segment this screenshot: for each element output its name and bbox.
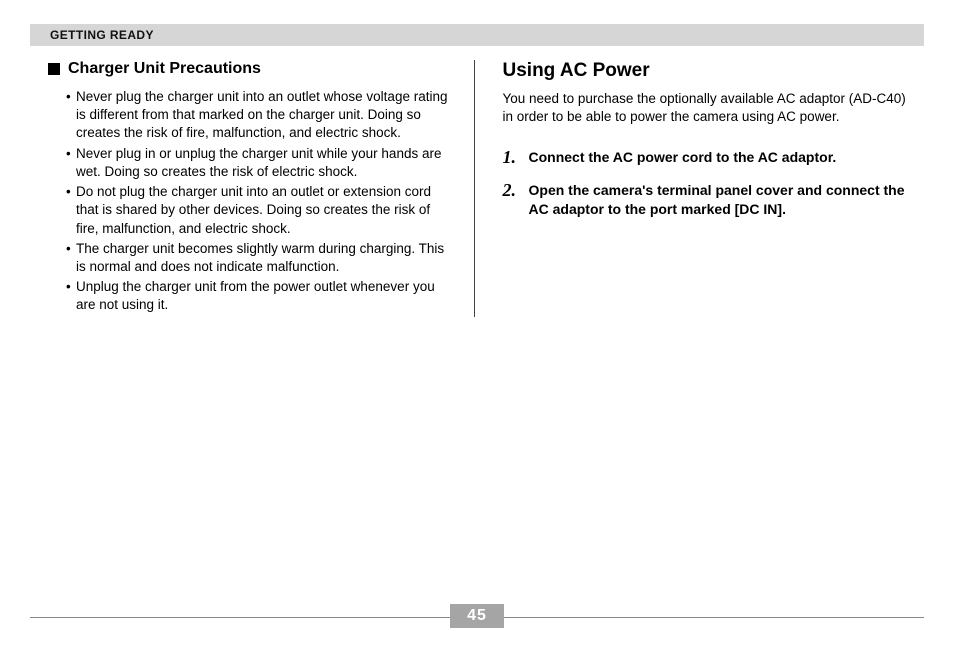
section-header-label: GETTING READY xyxy=(50,28,154,42)
right-column: Using AC Power You need to purchase the … xyxy=(475,60,925,317)
step-text: Open the camera's terminal panel cover a… xyxy=(529,181,907,219)
list-item-text: Never plug the charger unit into an outl… xyxy=(76,89,447,140)
square-bullet-icon xyxy=(48,63,60,75)
list-item: The charger unit becomes slightly warm d… xyxy=(66,240,452,276)
page-number-value: 45 xyxy=(467,607,487,625)
two-column-layout: Charger Unit Precautions Never plug the … xyxy=(30,60,924,317)
left-subheading-text: Charger Unit Precautions xyxy=(68,60,261,78)
list-item: Never plug the charger unit into an outl… xyxy=(66,88,452,143)
step-number: 1. xyxy=(503,148,523,166)
list-item-text: Do not plug the charger unit into an out… xyxy=(76,184,431,235)
step-text: Connect the AC power cord to the AC adap… xyxy=(529,148,837,167)
step-item: 1. Connect the AC power cord to the AC a… xyxy=(503,148,907,167)
step-item: 2. Open the camera's terminal panel cove… xyxy=(503,181,907,219)
list-item: Never plug in or unplug the charger unit… xyxy=(66,145,452,181)
list-item-text: Unplug the charger unit from the power o… xyxy=(76,279,435,312)
precautions-list: Never plug the charger unit into an outl… xyxy=(48,88,452,315)
list-item: Unplug the charger unit from the power o… xyxy=(66,278,452,314)
list-item-text: Never plug in or unplug the charger unit… xyxy=(76,146,441,179)
footer-rule: 45 xyxy=(30,617,924,618)
list-item-text: The charger unit becomes slightly warm d… xyxy=(76,241,444,274)
right-section-title: Using AC Power xyxy=(503,60,907,82)
page-footer: 45 xyxy=(30,617,924,618)
right-intro-text: You need to purchase the optionally avai… xyxy=(503,90,907,126)
manual-page: GETTING READY Charger Unit Precautions N… xyxy=(0,0,954,646)
section-header: GETTING READY xyxy=(30,24,924,46)
page-number: 45 xyxy=(450,604,504,628)
list-item: Do not plug the charger unit into an out… xyxy=(66,183,452,238)
step-number: 2. xyxy=(503,181,523,199)
left-column: Charger Unit Precautions Never plug the … xyxy=(30,60,475,317)
steps-list: 1. Connect the AC power cord to the AC a… xyxy=(503,148,907,219)
left-subheading: Charger Unit Precautions xyxy=(48,60,452,78)
